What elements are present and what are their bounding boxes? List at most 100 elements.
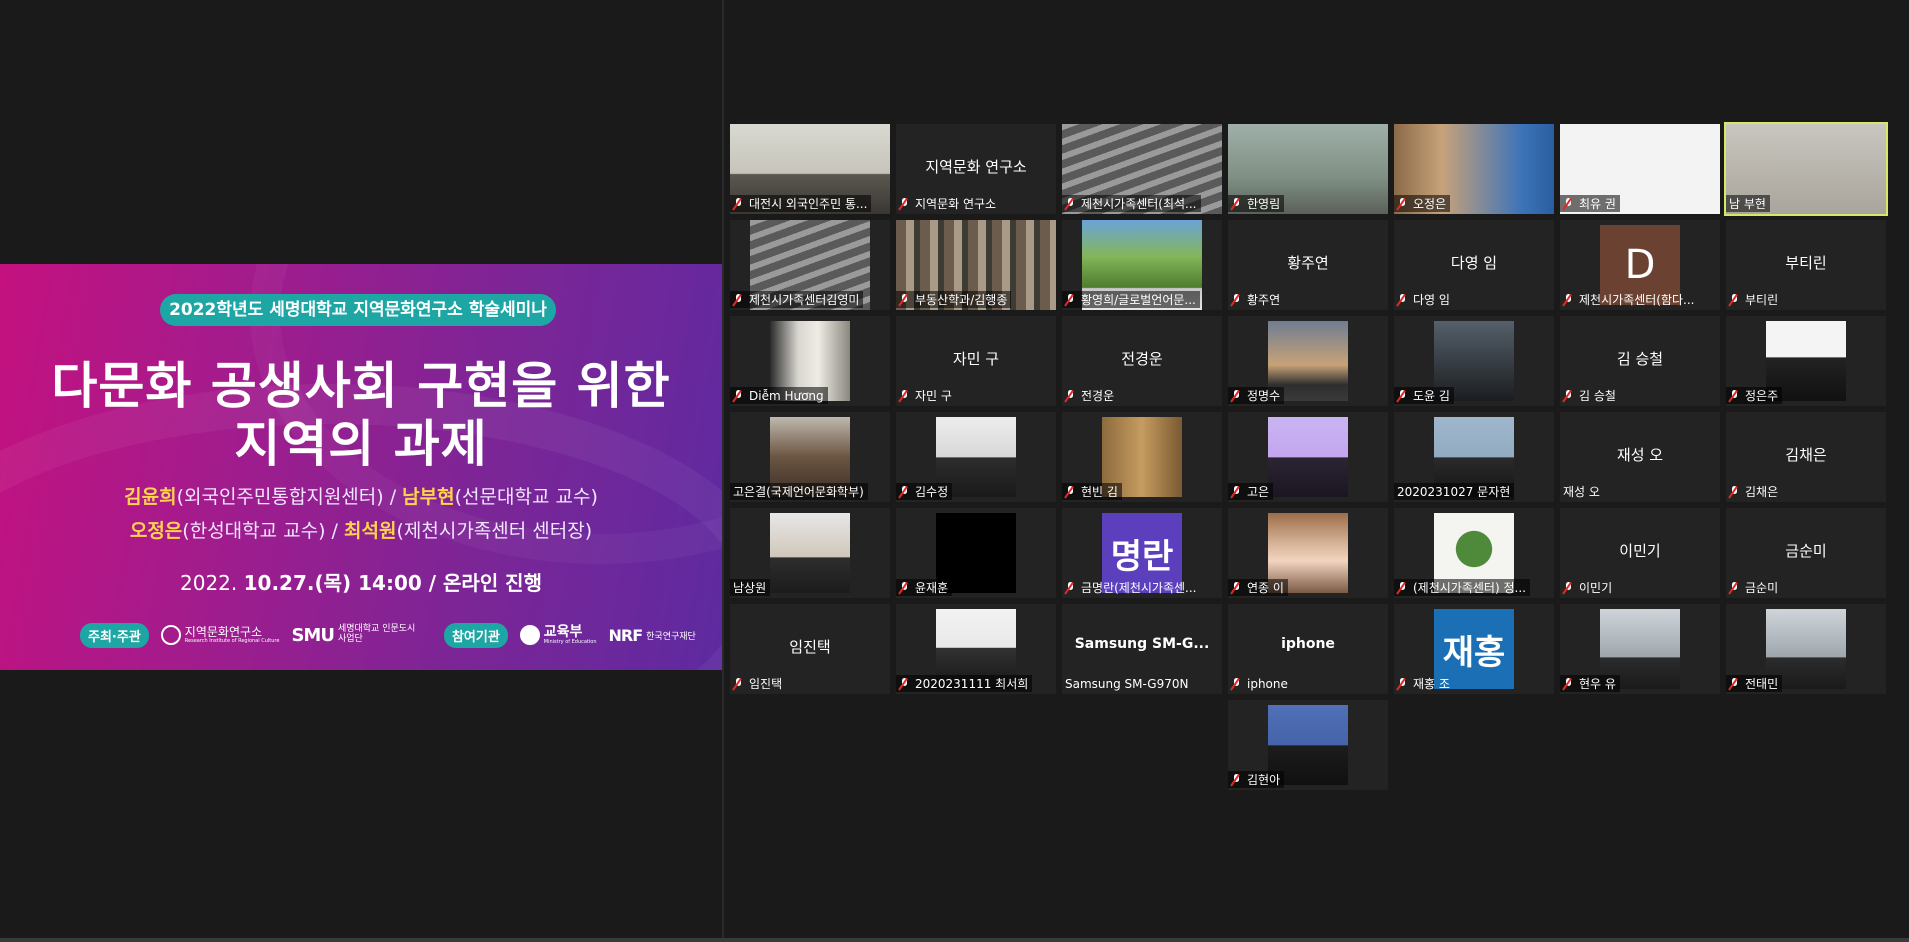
participant-tile[interactable]: 연종 이 [1228,508,1388,598]
participant-tile[interactable]: 전경운 전경운 [1062,316,1222,406]
participant-tile[interactable]: 황주연 황주연 [1228,220,1388,310]
participant-tile[interactable]: 부티린 부티린 [1726,220,1886,310]
banner-footer: 주최·주관 지역문화연구소 Research Institute of Regi… [80,622,696,648]
participant-display-name: 황주연 [1287,254,1329,272]
participant-tile[interactable]: 최유 권 [1560,124,1720,214]
participant-tile[interactable]: 부동산학과/김행종 [896,220,1056,310]
mic-muted-icon [1729,485,1740,498]
smu-text: 세명대학교 인문도시사업단 [337,624,416,644]
participant-tile[interactable]: D 제천시가족센터(함다... [1560,220,1720,310]
participant-tile[interactable]: 황영희/글로벌언어문... [1062,220,1222,310]
participant-name-label: 남 부현 [1726,195,1770,212]
participant-name: Diễm Hương [749,388,824,403]
participant-tile[interactable]: 김현아 [1228,700,1388,790]
participant-name: 고은결(국제언어문화학부) [733,485,864,499]
participant-tile[interactable]: 다영 임 다영 임 [1394,220,1554,310]
participant-tile[interactable]: 명란 금명란(제천시가족센... [1062,508,1222,598]
participant-tile[interactable]: 정명수 [1228,316,1388,406]
date-prefix: 2022. [180,571,244,595]
participant-tile[interactable]: 김수정 [896,412,1056,502]
participant-tile[interactable]: iphone iphone [1228,604,1388,694]
mic-muted-icon [1563,677,1574,690]
participant-name-label: 이민기 [1560,579,1616,596]
participant-tile[interactable]: 전태민 [1726,604,1886,694]
participant-name-label: 한영림 [1228,195,1285,212]
participant-tile[interactable]: 재홍 재홍 조 [1394,604,1554,694]
participant-tile[interactable]: 2020231027 문자현 [1394,412,1554,502]
host-label: 주최·주관 [80,622,149,648]
participant-name: 전경운 [1081,389,1115,403]
participant-display-name: 금순미 [1785,542,1827,560]
participant-name: 고은 [1247,485,1270,499]
participant-tile[interactable]: 고은결(국제언어문화학부) [730,412,890,502]
mic-muted-icon [1065,197,1076,210]
participant-tile[interactable]: 도윤 김 [1394,316,1554,406]
participant-tile[interactable]: 2020231111 최서희 [896,604,1056,694]
participant-tile[interactable]: 윤재훈 [896,508,1056,598]
smu-logo: SMU 세명대학교 인문도시사업단 [291,624,418,645]
participant-display-name: 이민기 [1619,542,1661,560]
participant-name: 2020231027 문자현 [1397,485,1511,499]
participant-display-name: 자민 구 [952,350,1000,368]
participant-display-name: 부티린 [1785,254,1827,272]
participant-tile[interactable]: 고은 [1228,412,1388,502]
mic-muted-icon [733,197,744,210]
participant-name-label: 전경운 [1062,387,1118,404]
participant-display-name: 임진택 [789,638,831,656]
participant-name-label: 부티린 [1726,291,1782,308]
participant-tile[interactable]: 김 승철 김 승철 [1560,316,1720,406]
participant-name: 도윤 김 [1413,389,1450,403]
participant-tile[interactable]: 남 부현 [1724,122,1888,216]
speaker-name: 남부현 [402,486,455,508]
participant-tile[interactable]: 김채은 김채은 [1726,412,1886,502]
participant-name-label: 부동산학과/김행종 [896,291,1012,308]
participant-name: 한영림 [1247,197,1281,211]
split-divider[interactable] [722,0,724,942]
mic-muted-icon [1729,389,1740,402]
participant-name: 오정은 [1413,197,1447,211]
participant-tile[interactable]: Samsung SM-G... Samsung SM-G970N [1062,604,1222,694]
participant-tile[interactable]: 임진택 임진택 [730,604,890,694]
mic-muted-icon [1563,389,1574,402]
taegeuk-icon [519,625,540,645]
participant-tile[interactable]: (제천시가족센터) 정... [1394,508,1554,598]
mic-muted-icon [1065,389,1076,402]
participant-name-label: 자민 구 [896,387,956,404]
participant-name: 임진택 [749,677,783,691]
participant-tile[interactable]: 금순미 금순미 [1726,508,1886,598]
nrf-text: 한국연구재단 [646,631,696,642]
participant-tile[interactable]: 대전시 외국인주민 통... [730,124,890,214]
mic-muted-icon [1231,389,1242,402]
moe-name-en: Ministry of Education [543,638,597,645]
mic-muted-icon [1397,197,1408,210]
participant-tile[interactable]: 오정은 [1394,124,1554,214]
participant-tile[interactable]: Diễm Hương [730,316,890,406]
zoom-meeting-window: 2022학년도 세명대학교 지역문화연구소 학술세미나 다문화 공생사회 구현을… [0,0,1909,942]
mic-muted-icon [1231,293,1242,306]
participant-name-label: 재홍 조 [1394,675,1454,692]
participant-tile[interactable]: 현빈 김 [1062,412,1222,502]
participant-tile[interactable]: 한영림 [1228,124,1388,214]
participant-tile[interactable]: 이민기 이민기 [1560,508,1720,598]
participant-name: 재성 오 [1563,485,1600,499]
participant-tile[interactable]: 제천시가족센터김영미 [730,220,890,310]
participant-tile[interactable]: 제천시가족센터(최석... [1062,124,1222,214]
participant-name: 최유 권 [1579,197,1616,211]
participant-tile[interactable]: 남상원 [730,508,890,598]
participant-name-label: 오정은 [1394,195,1451,212]
nrf-mark: NRF [608,625,644,645]
participant-tile[interactable]: 정은주 [1726,316,1886,406]
date-main: 10.27.(목) 14:00 / 온라인 진행 [243,571,542,595]
participant-name-label: Samsung SM-G970N [1062,675,1192,692]
participant-name: 남상원 [733,581,767,595]
participant-name: 정명수 [1247,389,1281,403]
participant-tile[interactable]: 현우 유 [1560,604,1720,694]
host-org: 지역문화연구소 [184,625,263,640]
moe-logo: 교육부 Ministry of Education [519,625,597,645]
mic-muted-icon [733,677,744,690]
participant-tile[interactable]: 지역문화 연구소 지역문화 연구소 [896,124,1056,214]
participant-tile[interactable]: 재성 오 재성 오 [1560,412,1720,502]
participant-name: 부동산학과/김행종 [915,293,1008,307]
participant-tile[interactable]: 자민 구 자민 구 [896,316,1056,406]
mic-muted-icon [733,293,744,306]
